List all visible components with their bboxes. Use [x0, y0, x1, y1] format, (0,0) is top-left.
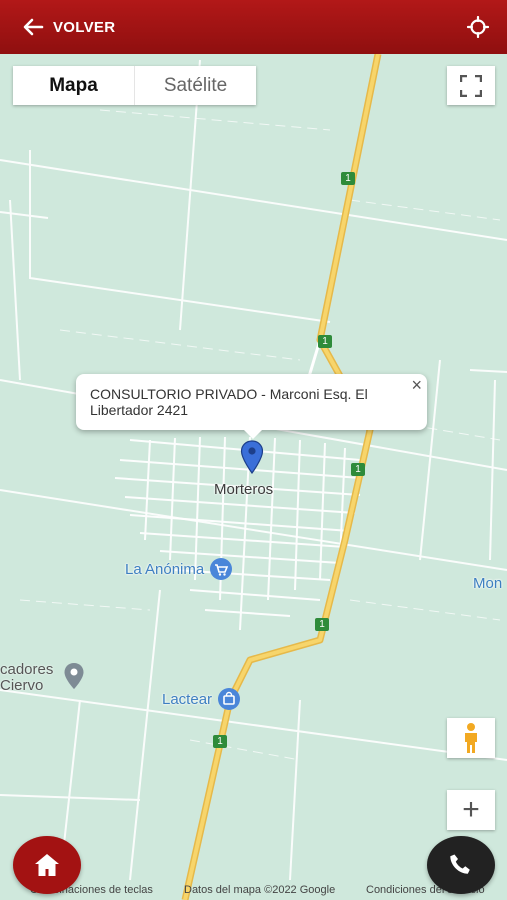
- poi-lactear[interactable]: Lactear: [162, 688, 241, 710]
- crosshair-icon[interactable]: [466, 15, 490, 39]
- map-type-map[interactable]: Mapa: [13, 66, 135, 105]
- route-shield: 1: [318, 335, 332, 348]
- shopping-cart-icon: [210, 558, 233, 580]
- shopping-bag-icon: [218, 688, 241, 710]
- map-attribution: Combinaciones de teclas Datos del mapa ©…: [0, 880, 507, 900]
- arrow-left-icon: [23, 18, 44, 36]
- app-screen: VOLVER 1 1 1 1 1 Mapa Satélite CONSULTOR…: [0, 0, 507, 900]
- map-type-satellite[interactable]: Satélite: [135, 66, 256, 105]
- fullscreen-icon: [460, 74, 482, 97]
- poi-partial-right[interactable]: Mon: [473, 575, 502, 592]
- map-pin-icon: [240, 440, 264, 475]
- route-shield: 1: [315, 618, 329, 631]
- route-shield: 1: [213, 735, 227, 748]
- back-button[interactable]: VOLVER: [22, 18, 115, 36]
- place-marker-icon: [63, 662, 85, 694]
- zoom-in-button[interactable]: +: [447, 790, 495, 830]
- town-label: Morteros: [214, 481, 274, 498]
- poi-label: Lactear: [162, 690, 213, 708]
- info-window: CONSULTORIO PRIVADO - Marconi Esq. El Li…: [76, 374, 427, 439]
- back-label: VOLVER: [53, 18, 116, 36]
- route-shield: 1: [341, 172, 355, 185]
- map-type-toggle: Mapa Satélite: [13, 66, 256, 105]
- poi-la-anonima[interactable]: La Anónima: [125, 558, 233, 580]
- close-icon[interactable]: ×: [411, 375, 422, 396]
- street-view-button[interactable]: [447, 718, 495, 758]
- poi-label: cadores Ciervo: [0, 661, 54, 694]
- app-bar: VOLVER: [0, 0, 507, 54]
- phone-button[interactable]: [427, 836, 495, 894]
- pegman-icon: [465, 723, 477, 753]
- location-marker[interactable]: [240, 440, 264, 479]
- home-button[interactable]: [13, 836, 81, 894]
- home-icon: [35, 854, 59, 876]
- poi-label: La Anónima: [125, 560, 205, 578]
- map-data-attribution: Datos del mapa ©2022 Google: [184, 884, 336, 896]
- info-window-text: CONSULTORIO PRIVADO - Marconi Esq. El Li…: [90, 386, 368, 418]
- poi-partial-left[interactable]: cadores Ciervo: [0, 662, 85, 694]
- route-shield: 1: [351, 463, 365, 476]
- fullscreen-button[interactable]: [447, 66, 495, 105]
- info-window-tail: [243, 429, 263, 439]
- phone-icon: [450, 854, 470, 874]
